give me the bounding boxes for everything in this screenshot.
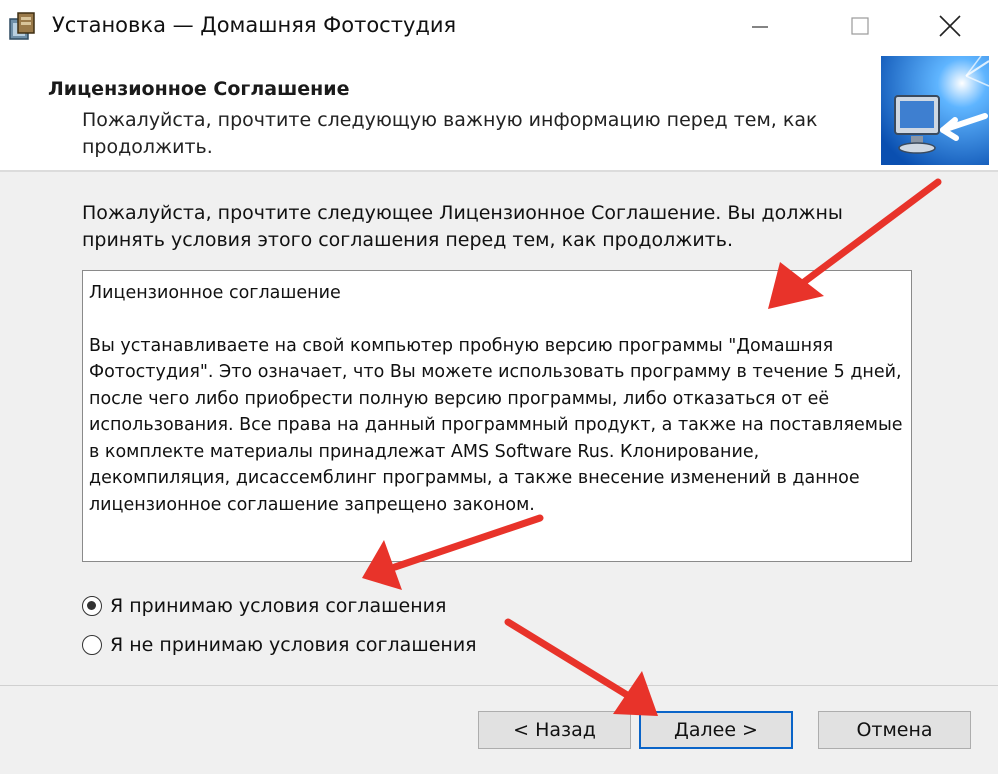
accept-label: Я принимаю условия соглашения [110, 595, 447, 617]
minimize-icon [752, 26, 768, 28]
license-heading: Лицензионное соглашение [89, 283, 341, 303]
back-button[interactable]: < Назад [478, 711, 631, 749]
close-icon [939, 15, 961, 37]
window-title: Установка — Домашняя Фотостудия [52, 13, 457, 37]
decline-radio[interactable] [82, 635, 102, 655]
license-body: Вы устанавливаете на свой компьютер проб… [89, 335, 903, 515]
accept-option[interactable]: Я принимаю условия соглашения [82, 592, 446, 620]
footer-divider [0, 685, 998, 686]
next-button[interactable]: Далее > [639, 711, 793, 749]
page-title: Лицензионное Соглашение [48, 78, 350, 100]
intro-text: Пожалуйста, прочтите следующее Лицензион… [82, 202, 843, 251]
monitor-arrow-icon [881, 55, 990, 165]
accept-radio[interactable] [82, 596, 102, 616]
decline-label: Я не принимаю условия соглашения [110, 634, 477, 656]
close-button[interactable] [920, 0, 980, 54]
license-text-box[interactable]: Лицензионное соглашение Вы устанавливает… [82, 270, 912, 562]
maximize-button[interactable] [830, 0, 890, 54]
title-bar: Установка — Домашняя Фотостудия [0, 0, 998, 54]
wizard-header: Лицензионное Соглашение Пожалуйста, проч… [0, 54, 998, 172]
maximize-icon [851, 17, 869, 35]
cancel-button[interactable]: Отмена [818, 711, 971, 749]
decline-option[interactable]: Я не принимаю условия соглашения [82, 631, 477, 659]
page-subtitle: Пожалуйста, прочтите следующую важную ин… [82, 109, 818, 158]
arrow-to-next-button [504, 618, 658, 716]
minimize-button[interactable] [730, 0, 790, 54]
installer-icon [8, 11, 38, 41]
